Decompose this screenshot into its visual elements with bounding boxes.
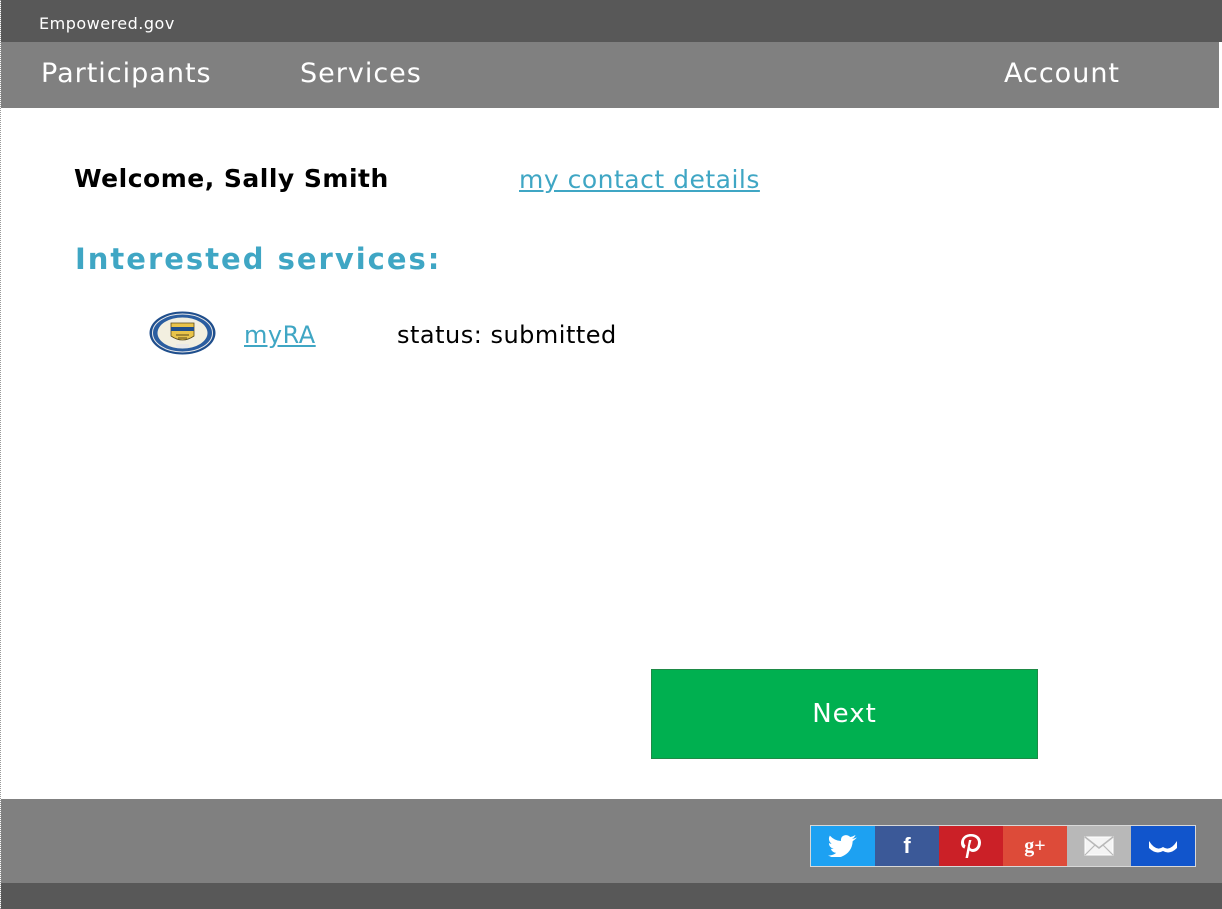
- email-icon: [1084, 836, 1114, 856]
- twitter-icon: [828, 835, 857, 857]
- top-bar: Empowered.gov: [1, 0, 1222, 42]
- share-bar: f g+: [810, 825, 1196, 867]
- nav-account[interactable]: Account: [1004, 58, 1120, 89]
- contact-details-link[interactable]: my contact details: [519, 165, 760, 194]
- twitter-share-button[interactable]: [811, 826, 875, 866]
- service-status: status: submitted: [397, 321, 617, 349]
- page: Empowered.gov Participants Services Acco…: [0, 0, 1222, 909]
- facebook-icon: f: [903, 833, 911, 858]
- crown-icon: [1149, 841, 1177, 853]
- pinterest-icon: [961, 834, 981, 858]
- facebook-share-button[interactable]: f: [875, 826, 939, 866]
- nav-services[interactable]: Services: [300, 58, 422, 89]
- nav-participants[interactable]: Participants: [41, 58, 212, 89]
- welcome-message: Welcome, Sally Smith: [74, 164, 389, 193]
- service-link-myra[interactable]: myRA: [244, 321, 316, 349]
- footer-bottom-bar: [1, 883, 1222, 909]
- pinterest-share-button[interactable]: [939, 826, 1003, 866]
- main-nav: Participants Services Account: [1, 42, 1222, 108]
- email-share-button[interactable]: [1067, 826, 1131, 866]
- google-plus-share-button[interactable]: g+: [1003, 826, 1067, 866]
- treasury-seal-icon: [149, 311, 216, 355]
- next-button[interactable]: Next: [651, 669, 1038, 759]
- interested-services-heading: Interested services:: [75, 242, 442, 276]
- site-brand[interactable]: Empowered.gov: [39, 14, 175, 33]
- google-plus-icon: g+: [1024, 834, 1046, 857]
- bookmark-share-button[interactable]: [1131, 826, 1195, 866]
